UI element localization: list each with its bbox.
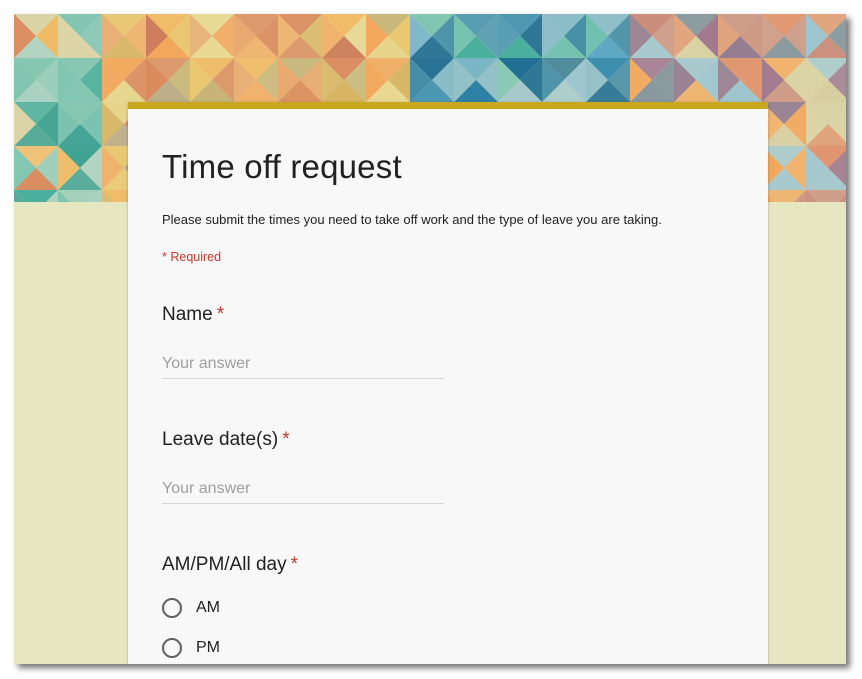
radio-label: PM	[196, 639, 220, 656]
form-card: Time off request Please submit the times…	[128, 102, 768, 664]
question-label: Leave date(s)	[162, 429, 279, 450]
radio-label: AM	[196, 599, 220, 616]
radio-option-pm[interactable]: PM	[162, 638, 220, 658]
question-name: Name *	[162, 304, 224, 326]
radio-option-am[interactable]: AM	[162, 598, 220, 618]
question-label: AM/PM/All day	[162, 554, 287, 575]
radio-button-icon[interactable]	[162, 638, 182, 658]
question-label: Name	[162, 304, 213, 325]
leave-dates-input[interactable]: Your answer	[162, 480, 444, 504]
question-am-pm-all-day: AM/PM/All day *	[162, 554, 298, 576]
name-input[interactable]: Your answer	[162, 355, 444, 379]
form-page: Time off request Please submit the times…	[14, 14, 846, 664]
required-note: * Required	[162, 250, 222, 264]
required-star: *	[216, 304, 225, 325]
radio-button-icon[interactable]	[162, 598, 182, 618]
required-star: *	[282, 429, 290, 450]
question-leave-dates: Leave date(s) *	[162, 429, 290, 451]
accent-bar	[128, 102, 768, 109]
form-title: Time off request	[162, 148, 402, 185]
form-description: Please submit the times you need to take…	[162, 212, 662, 227]
required-star: *	[290, 554, 298, 575]
